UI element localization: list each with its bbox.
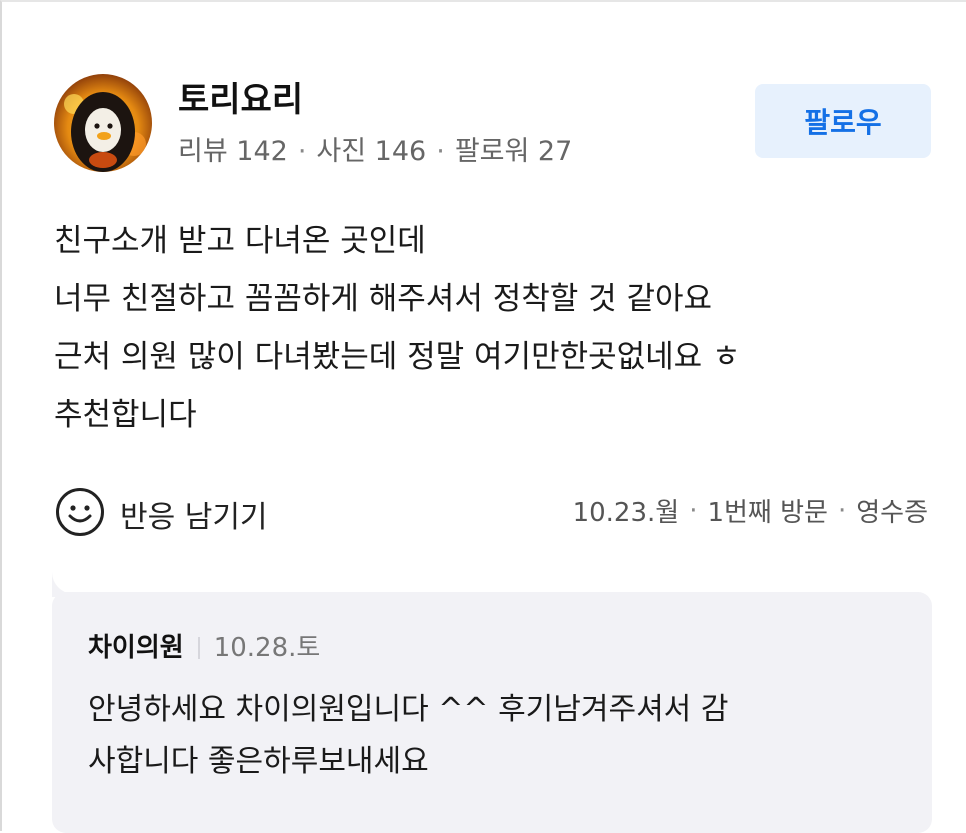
leave-reaction-button[interactable]: 반응 남기기 — [54, 486, 268, 542]
meta-separator: · — [837, 495, 847, 526]
verification-badge[interactable]: 영수증 — [856, 492, 928, 529]
reply-date: 10.28.토 — [213, 633, 321, 663]
review-line: 추천합니다 — [54, 397, 197, 433]
review-card: 토리요리 리뷰 142 · 사진 146 · 팔로워 27 팔로우 친구소개 받… — [0, 0, 966, 833]
owner-reply: 차이의원 10.28.토 안녕하세요 차이의원입니다 ^^ 후기남겨주셔서 감 … — [52, 592, 932, 833]
reply-connector-mask — [52, 542, 112, 594]
review-text: 친구소개 받고 다녀온 곳인데 너무 친절하고 꼼꼼하게 해주셔서 정착할 것 … — [54, 212, 934, 444]
review-line: 너무 친절하고 꼼꼼하게 해주셔서 정착할 것 같아요 — [54, 281, 713, 317]
reaction-label: 반응 남기기 — [120, 500, 268, 535]
owner-reply-text: 안녕하세요 차이의원입니다 ^^ 후기남겨주셔서 감 사합니다 좋은하루보내세요 — [88, 684, 896, 788]
owner-reply-header: 차이의원 10.28.토 — [88, 632, 896, 664]
stats-separator: · — [297, 136, 307, 167]
meta-separator: · — [689, 495, 698, 526]
review-count: 리뷰 142 — [178, 136, 288, 167]
photo-count: 사진 146 — [316, 136, 427, 167]
profile-text: 토리요리 리뷰 142 · 사진 146 · 팔로워 27 — [178, 78, 572, 168]
avatar[interactable] — [54, 74, 152, 172]
smile-icon — [54, 486, 106, 542]
reply-line: 안녕하세요 차이의원입니다 ^^ 후기남겨주셔서 감 — [88, 692, 729, 727]
review-line: 친구소개 받고 다녀온 곳인데 — [54, 223, 426, 259]
reviewer-nickname[interactable]: 토리요리 — [178, 80, 572, 120]
visit-meta: 10.23.월 · 1번째 방문 · 영수증 — [573, 492, 928, 529]
follower-count: 팔로워 27 — [454, 136, 573, 167]
reviewer-profile[interactable]: 토리요리 리뷰 142 · 사진 146 · 팔로워 27 — [54, 74, 572, 172]
reply-line: 사합니다 좋은하루보내세요 — [88, 744, 429, 779]
reply-divider — [197, 637, 200, 659]
follow-button[interactable]: 팔로우 — [755, 84, 931, 158]
visit-count: 1번째 방문 — [707, 498, 828, 528]
avatar-image — [54, 74, 152, 172]
owner-name: 차이의원 — [88, 633, 184, 663]
reviewer-stats: 리뷰 142 · 사진 146 · 팔로워 27 — [178, 136, 572, 168]
review-line: 근처 의원 많이 다녀봤는데 정말 여기만한곳없네요 ㅎ — [54, 339, 741, 375]
visit-date: 10.23.월 — [572, 498, 680, 528]
stats-separator: · — [436, 136, 445, 167]
